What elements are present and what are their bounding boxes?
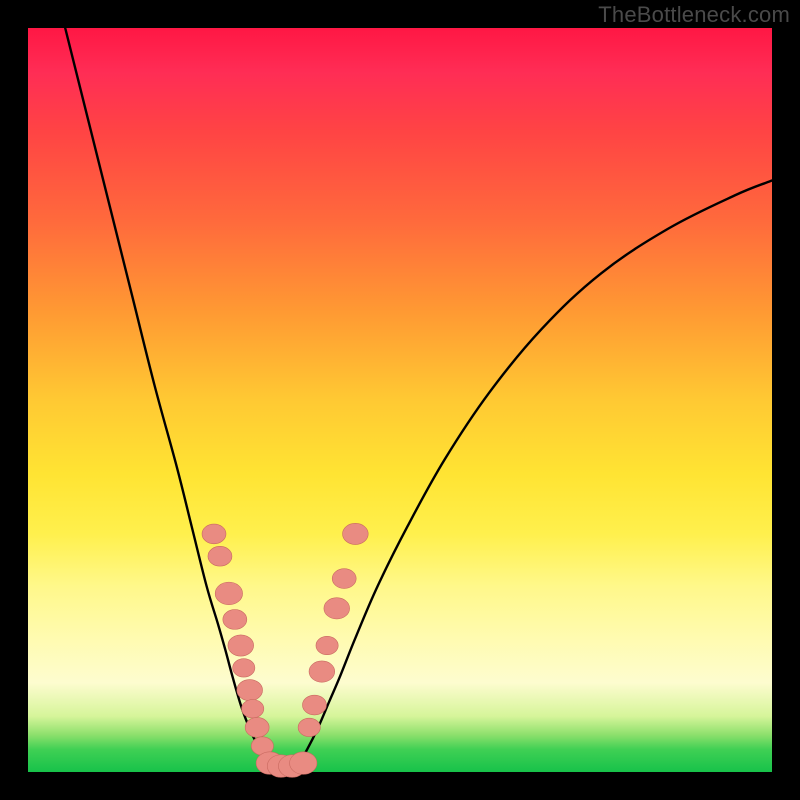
curve-layer xyxy=(65,28,772,770)
right-branch-marker xyxy=(332,569,356,589)
left-branch-marker xyxy=(245,717,269,737)
bottom-cluster-marker xyxy=(290,752,317,775)
left-branch-marker xyxy=(215,582,242,605)
marker-layer xyxy=(202,523,368,777)
right-branch-marker xyxy=(298,718,320,736)
left-branch-marker xyxy=(228,635,254,656)
left-branch-marker xyxy=(242,700,264,718)
chart-svg xyxy=(28,28,772,772)
left-branch-marker xyxy=(233,659,255,677)
left-branch-marker xyxy=(202,524,226,544)
right-branch-marker xyxy=(324,598,350,619)
plot-area xyxy=(28,28,772,772)
series-left-curve xyxy=(65,28,273,768)
left-branch-marker xyxy=(237,680,263,701)
right-branch-marker xyxy=(302,695,326,715)
left-branch-marker xyxy=(223,610,247,630)
chart-frame: TheBottleneck.com xyxy=(0,0,800,800)
series-right-curve xyxy=(296,181,772,769)
right-branch-marker xyxy=(343,523,369,544)
watermark-text: TheBottleneck.com xyxy=(598,2,790,28)
right-branch-marker xyxy=(309,661,335,682)
left-branch-marker xyxy=(208,546,232,566)
right-branch-marker xyxy=(316,636,338,654)
